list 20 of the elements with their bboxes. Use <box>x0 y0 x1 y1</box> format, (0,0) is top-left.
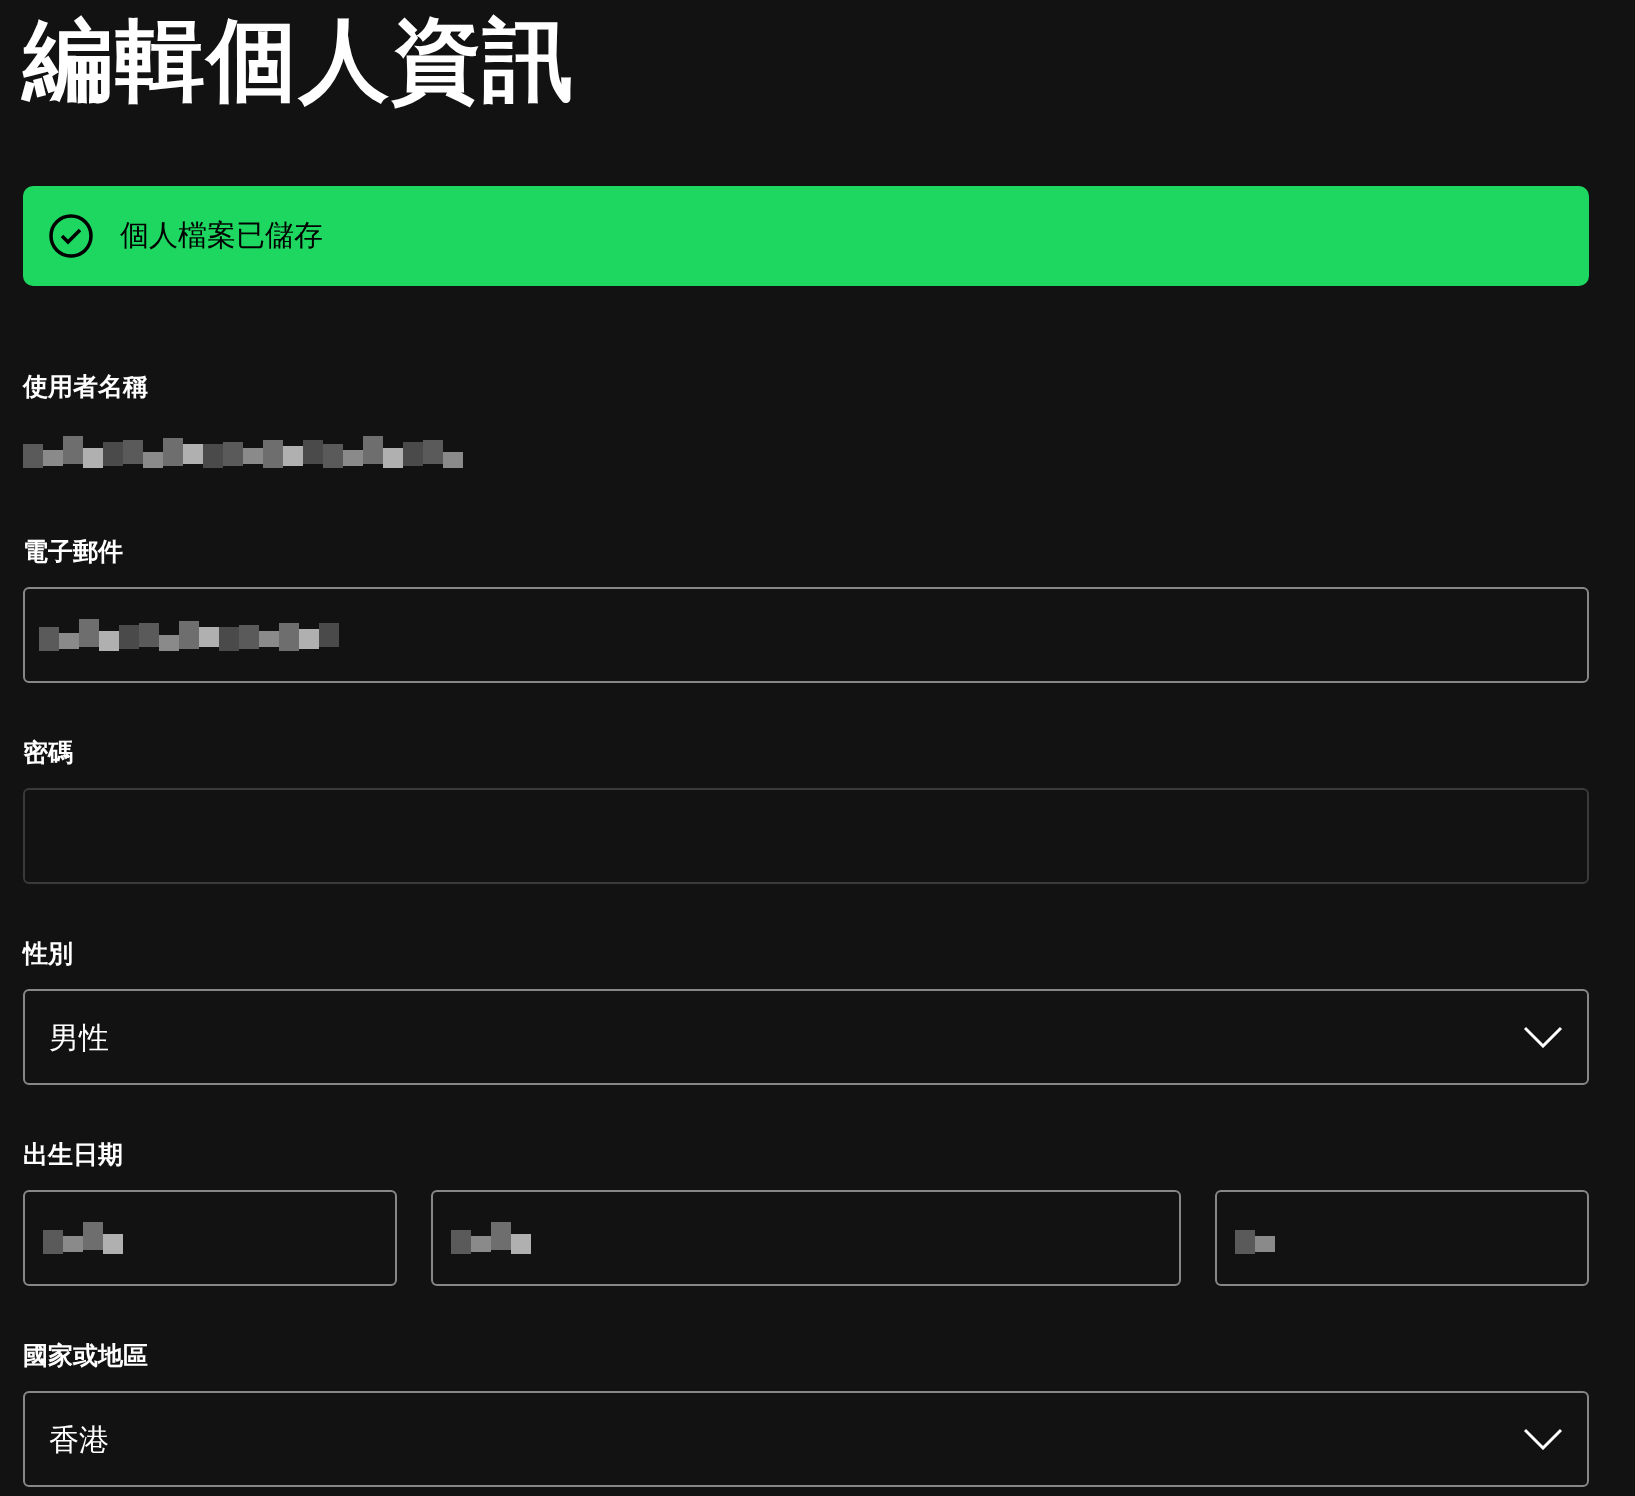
field-label: 密碼 <box>23 737 74 767</box>
dropdown-select[interactable]: 香港 <box>23 1391 1589 1487</box>
field-label: 出生日期 <box>23 1139 124 1169</box>
password-field[interactable] <box>23 788 1589 884</box>
field-label: 電子郵件 <box>23 536 124 566</box>
chevron-down-icon <box>1523 1026 1563 1048</box>
date-field[interactable] <box>23 1190 397 1286</box>
chevron-down-icon <box>1523 1428 1563 1450</box>
page-title: 編輯個人資訊 <box>23 9 576 112</box>
date-field[interactable] <box>1215 1190 1589 1286</box>
date-field[interactable] <box>431 1190 1181 1286</box>
selected-value: 男性 <box>49 1019 109 1056</box>
selected-value: 香港 <box>49 1421 109 1458</box>
dropdown-select[interactable]: 男性 <box>23 989 1589 1085</box>
field-label: 使用者名稱 <box>23 371 149 401</box>
check-circle-icon <box>48 213 94 259</box>
field-label: 性別 <box>23 938 74 968</box>
banner-message: 個人檔案已儲存 <box>120 218 323 254</box>
field-label: 國家或地區 <box>23 1340 149 1370</box>
email-field[interactable] <box>23 587 1589 683</box>
